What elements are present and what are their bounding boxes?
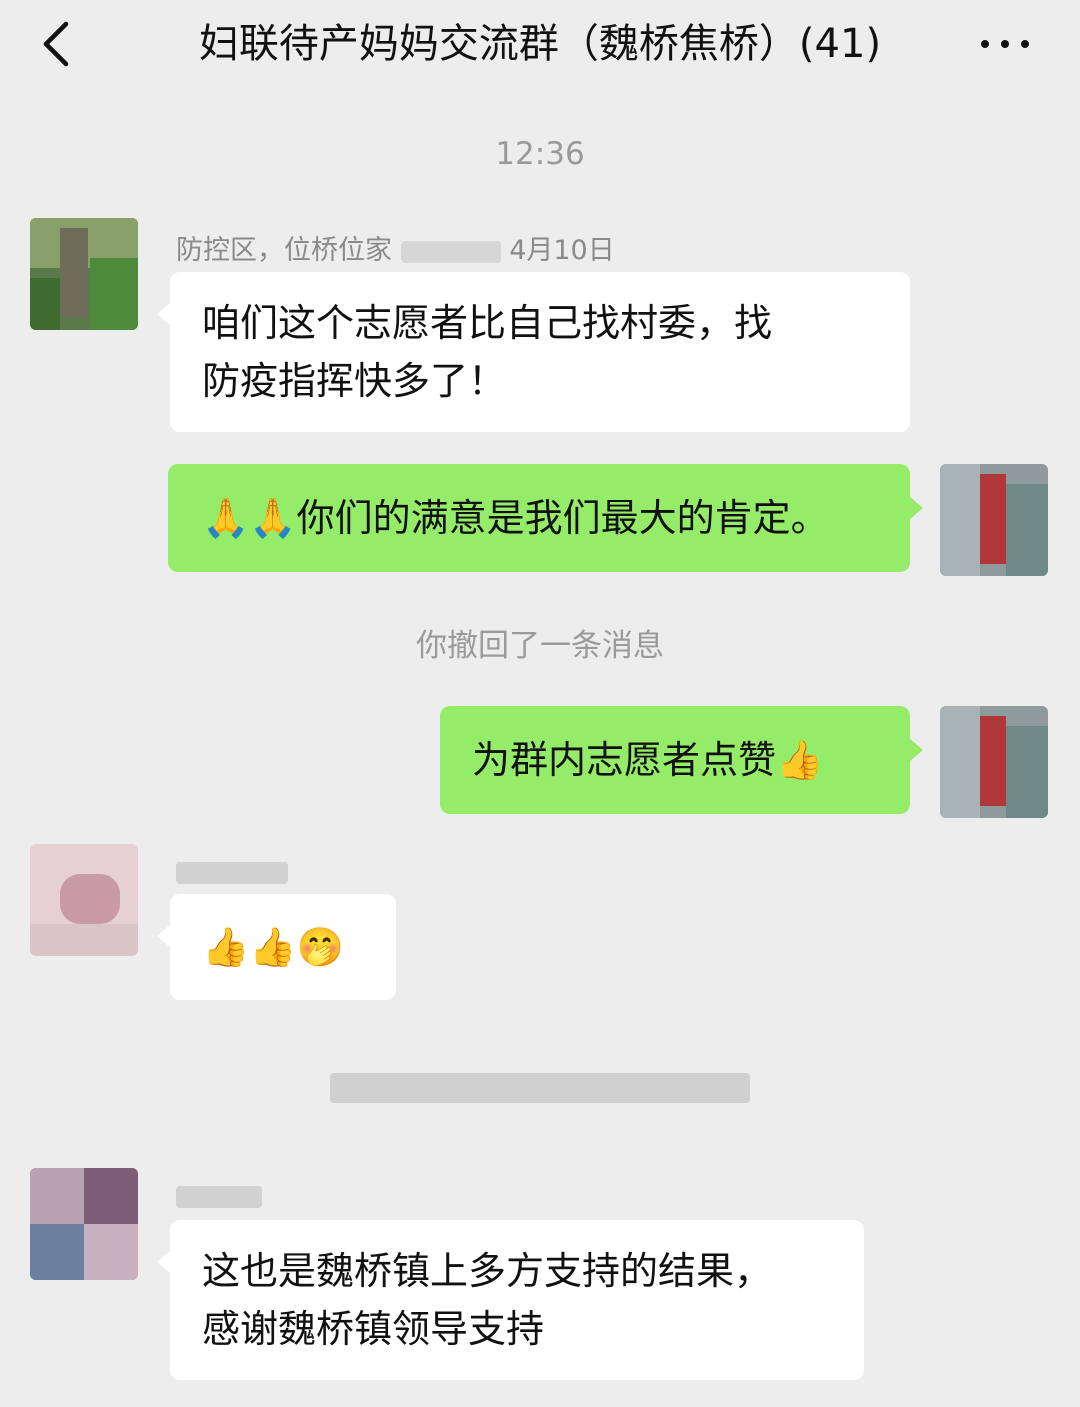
- avatar[interactable]: [940, 706, 1048, 818]
- recall-notice: 你撤回了一条消息: [416, 628, 664, 664]
- timestamp: 12:36: [495, 136, 585, 172]
- pray-emoji: 🙏🙏: [202, 496, 297, 540]
- message-text: 防疫指挥快多了！: [202, 359, 507, 403]
- message-bubble[interactable]: 🙏🙏你们的满意是我们最大的肯定。: [168, 464, 923, 572]
- chevron-left-icon[interactable]: [30, 14, 90, 74]
- redacted-notice: [330, 1072, 750, 1103]
- message-text: 你们的满意是我们最大的肯定。: [296, 496, 829, 540]
- system-notice: [0, 1068, 1080, 1104]
- message-bubble[interactable]: 咱们这个志愿者比自己找村委，找 防疫指挥快多了！: [157, 272, 910, 432]
- sender-name: [176, 856, 288, 887]
- thumbs-up-emoji: 👍: [776, 738, 824, 782]
- message-text: 为群内志愿者点赞: [472, 738, 777, 782]
- avatar[interactable]: [30, 844, 138, 956]
- message-bubble[interactable]: 这也是魏桥镇上多方支持的结果， 感谢魏桥镇领导支持: [157, 1220, 864, 1380]
- avatar[interactable]: [940, 464, 1048, 576]
- sender-name: [176, 1180, 262, 1211]
- redacted-name: [176, 1185, 262, 1208]
- top-bar: 妇联待产妈妈交流群（魏桥焦桥）(41): [0, 0, 1080, 90]
- message-bubble[interactable]: 为群内志愿者点赞👍: [440, 706, 923, 814]
- message-bubble[interactable]: 👍👍🤭: [157, 894, 396, 1000]
- message-text: 咱们这个志愿者比自己找村委，找: [202, 301, 773, 345]
- avatar[interactable]: [30, 218, 138, 330]
- sender-name: 防控区，位桥位家 4月10日: [176, 235, 615, 266]
- avatar[interactable]: [30, 1168, 138, 1280]
- message-text: 这也是魏桥镇上多方支持的结果，: [202, 1249, 773, 1293]
- redacted-name: [400, 240, 501, 263]
- message-text: 感谢魏桥镇领导支持: [202, 1307, 545, 1351]
- more-dots-icon[interactable]: [975, 22, 1035, 66]
- redacted-name: [176, 861, 288, 884]
- chat-title: 妇联待产妈妈交流群（魏桥焦桥）(41): [198, 21, 882, 67]
- emoji-text: 👍👍🤭: [202, 925, 344, 969]
